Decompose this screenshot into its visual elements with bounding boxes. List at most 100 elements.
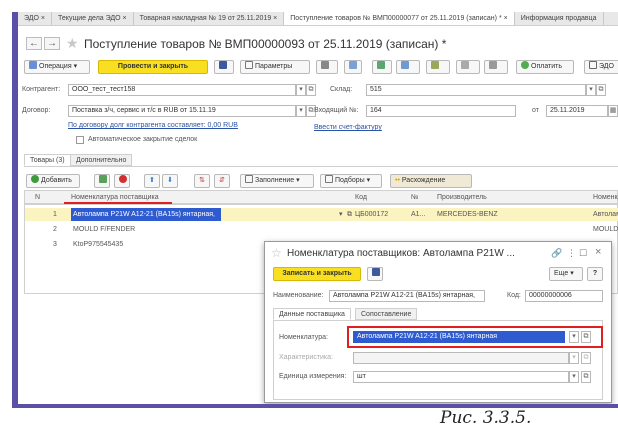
- calendar-icon[interactable]: ▦: [608, 105, 618, 117]
- row1-supplier-name[interactable]: Автолампа P21W A12-21 (BA15s) янтарная,: [71, 208, 221, 221]
- edo-icon: [589, 61, 597, 69]
- warehouse-field[interactable]: 515: [366, 84, 586, 96]
- page-title: Поступление товаров № ВМП00000093 от 25.…: [84, 37, 447, 51]
- dialog-link-icon[interactable]: 🔗: [551, 248, 562, 259]
- unit-open-icon[interactable]: ⧉: [581, 371, 591, 383]
- favorite-star-icon[interactable]: ★: [66, 36, 79, 50]
- window-tab-seller-info[interactable]: Информация продавца: [515, 12, 604, 25]
- sort-asc-button[interactable]: ⇅: [194, 174, 210, 188]
- floppy-icon: [219, 61, 227, 69]
- dialog-name-field[interactable]: Автолампа P21W A12-21 (BA15s) янтарная,: [329, 290, 485, 302]
- warehouse-dropdown[interactable]: ▾: [586, 84, 596, 96]
- related-docs-button[interactable]: [372, 60, 392, 74]
- params-button[interactable]: Параметры: [240, 60, 310, 74]
- dialog-maximize-icon[interactable]: ☐: [579, 248, 587, 259]
- dialog-save-button[interactable]: [367, 267, 383, 281]
- help-button[interactable]: ?: [587, 267, 603, 281]
- auto-close-checkbox[interactable]: [76, 136, 84, 144]
- save-and-close-button[interactable]: Записать и закрыть: [273, 267, 361, 281]
- forward-button[interactable]: →: [44, 37, 60, 50]
- dialog-code-label: Код:: [507, 292, 521, 299]
- add-row-button[interactable]: Добавить: [26, 174, 80, 188]
- incoming-number-label: Входящий №:: [314, 107, 359, 114]
- contract-dropdown[interactable]: ▾: [296, 105, 306, 117]
- dialog-tab-supplier-data[interactable]: Данные поставщика: [273, 308, 351, 320]
- dialog-code-field[interactable]: 00000000006: [525, 290, 603, 302]
- save-button[interactable]: [214, 60, 234, 74]
- window-tab-bar: ЭДО × Текущие дела ЭДО × Товарная наклад…: [18, 12, 618, 26]
- delete-row-button[interactable]: [114, 174, 130, 188]
- nomenclature-dropdown[interactable]: ▾: [569, 331, 579, 343]
- move-down-button[interactable]: ⬇: [162, 174, 178, 188]
- counterparty-field[interactable]: ООО_тест_тест158: [68, 84, 296, 96]
- col-code[interactable]: Код: [355, 191, 367, 204]
- incoming-number-field[interactable]: 164: [366, 105, 516, 117]
- col-n: N: [35, 194, 41, 201]
- create-based-button[interactable]: [396, 60, 420, 74]
- table-row[interactable]: 1 Автолампа P21W A12-21 (BA15s) янтарная…: [25, 208, 618, 221]
- structure-icon: [349, 61, 357, 69]
- discrepancy-icon: ••: [395, 177, 400, 184]
- supplier-nomenclature-dialog: ☆ Номенклатура поставщиков: Автолампа P2…: [264, 241, 612, 403]
- more-button[interactable]: Еще ▾: [549, 267, 583, 281]
- counterparty-label: Контрагент:: [22, 86, 61, 93]
- copy-row-button[interactable]: [94, 174, 110, 188]
- post-and-close-button[interactable]: Провести и закрыть: [98, 60, 208, 74]
- debt-link[interactable]: По договору долг контрагента составляет:…: [68, 122, 238, 129]
- figure-caption: Рис. 3.3.5.: [440, 408, 532, 428]
- back-button[interactable]: ←: [26, 37, 42, 50]
- pay-button[interactable]: Оплатить: [516, 60, 574, 74]
- unit-field[interactable]: шт: [353, 371, 569, 383]
- tab-goods[interactable]: Товары (3): [24, 154, 71, 166]
- window-tab-waybill[interactable]: Товарная накладная № 19 от 25.11.2019 ×: [134, 12, 285, 25]
- dialog-floppy-icon: [372, 268, 380, 276]
- row1-open-icon[interactable]: ⧉: [347, 208, 352, 221]
- dialog-title: Номенклатура поставщиков: Автолампа P21W…: [287, 248, 515, 259]
- tab-divider: [24, 166, 618, 167]
- fill-icon: [245, 175, 253, 183]
- row1-dropdown[interactable]: ▾: [339, 208, 343, 221]
- delete-icon: [119, 175, 127, 183]
- incoming-date-field[interactable]: 25.11.2019: [546, 105, 608, 117]
- selection-icon: [325, 175, 333, 183]
- printer-icon: [321, 61, 329, 69]
- dialog-favorite-star-icon[interactable]: ☆: [271, 246, 282, 260]
- nomenclature-open-icon[interactable]: ⧉: [581, 331, 591, 343]
- table-row[interactable]: 2 MOULD F/FENDER MOULD: [25, 223, 618, 236]
- edo-button[interactable]: ЭДО: [584, 60, 618, 74]
- unit-dropdown[interactable]: ▾: [569, 371, 579, 383]
- window-tab-current-tasks[interactable]: Текущие дела ЭДО ×: [52, 12, 134, 25]
- warehouse-open-icon[interactable]: ⧉: [596, 84, 606, 96]
- nomenclature-field[interactable]: Автолампа P21W A12-21 (BA15s) янтарная: [353, 331, 565, 343]
- create-icon: [401, 61, 409, 69]
- selection-button[interactable]: Подборы ▾: [320, 174, 382, 188]
- col-number[interactable]: №: [411, 191, 419, 204]
- dialog-close-icon[interactable]: ×: [595, 246, 601, 258]
- col-nomenclature[interactable]: Номенклатура: [593, 191, 618, 204]
- users-icon: [431, 61, 439, 69]
- operation-button[interactable]: Операция ▾: [24, 60, 90, 74]
- dialog-tab-mapping[interactable]: Сопоставление: [355, 308, 418, 320]
- window-tab-receipt[interactable]: Поступление товаров № ВМП00000077 от 25.…: [284, 12, 515, 25]
- move-up-button[interactable]: ⬆: [144, 174, 160, 188]
- dialog-menu-icon[interactable]: ⋮: [567, 248, 576, 259]
- contract-field[interactable]: Поставка з/ч, сервис и т/с в RUB от 15.1…: [68, 105, 296, 117]
- characteristic-open-icon: ⧉: [581, 352, 591, 364]
- counterparty-dropdown[interactable]: ▾: [296, 84, 306, 96]
- col-manufacturer[interactable]: Производитель: [437, 191, 487, 204]
- export-button[interactable]: [484, 60, 508, 74]
- structure-button[interactable]: [344, 60, 362, 74]
- report-button[interactable]: [456, 60, 480, 74]
- export-icon: [489, 61, 497, 69]
- print-button[interactable]: [316, 60, 338, 74]
- window-tab-edo[interactable]: ЭДО ×: [18, 12, 53, 25]
- tab-additional[interactable]: Дополнительно: [70, 154, 133, 166]
- warehouse-label: Склад:: [330, 86, 353, 93]
- sort-desc-button[interactable]: ⇵: [214, 174, 230, 188]
- counterparty-open-icon[interactable]: ⧉: [306, 84, 316, 96]
- fill-button[interactable]: Заполнение ▾: [240, 174, 314, 188]
- nomenclature-label: Номенклатура:: [279, 334, 328, 341]
- discrepancy-button[interactable]: •• Расхождение: [390, 174, 472, 188]
- enter-invoice-link[interactable]: Ввести счет-фактуру: [314, 124, 382, 131]
- attachments-button[interactable]: [426, 60, 450, 74]
